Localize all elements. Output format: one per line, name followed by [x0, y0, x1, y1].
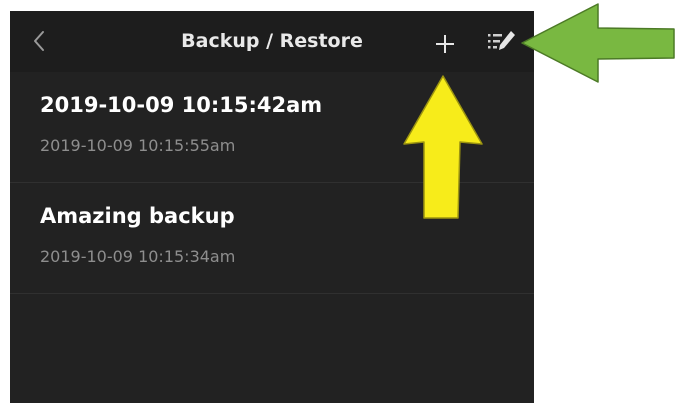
add-backup-button[interactable] — [430, 29, 460, 59]
app-screen: Backup / Restore 2019-10-09 10:15:42am 2… — [10, 11, 534, 403]
backup-timestamp: 2019-10-09 10:15:55am — [40, 136, 236, 155]
edit-list-icon — [488, 31, 515, 50]
nav-bar: Backup / Restore — [10, 11, 534, 72]
green-arrow-annotation — [521, 3, 675, 83]
backup-item[interactable]: 2019-10-09 10:15:42am 2019-10-09 10:15:5… — [10, 72, 534, 183]
backup-name: 2019-10-09 10:15:42am — [40, 93, 323, 117]
back-button[interactable] — [28, 25, 52, 57]
backup-list: 2019-10-09 10:15:42am 2019-10-09 10:15:5… — [10, 72, 534, 294]
edit-button[interactable] — [484, 27, 520, 57]
backup-item[interactable]: Amazing backup 2019-10-09 10:15:34am — [10, 183, 534, 294]
backup-name: Amazing backup — [40, 204, 235, 228]
backup-timestamp: 2019-10-09 10:15:34am — [40, 247, 236, 266]
chevron-left-icon — [34, 31, 44, 51]
plus-icon — [436, 35, 454, 53]
